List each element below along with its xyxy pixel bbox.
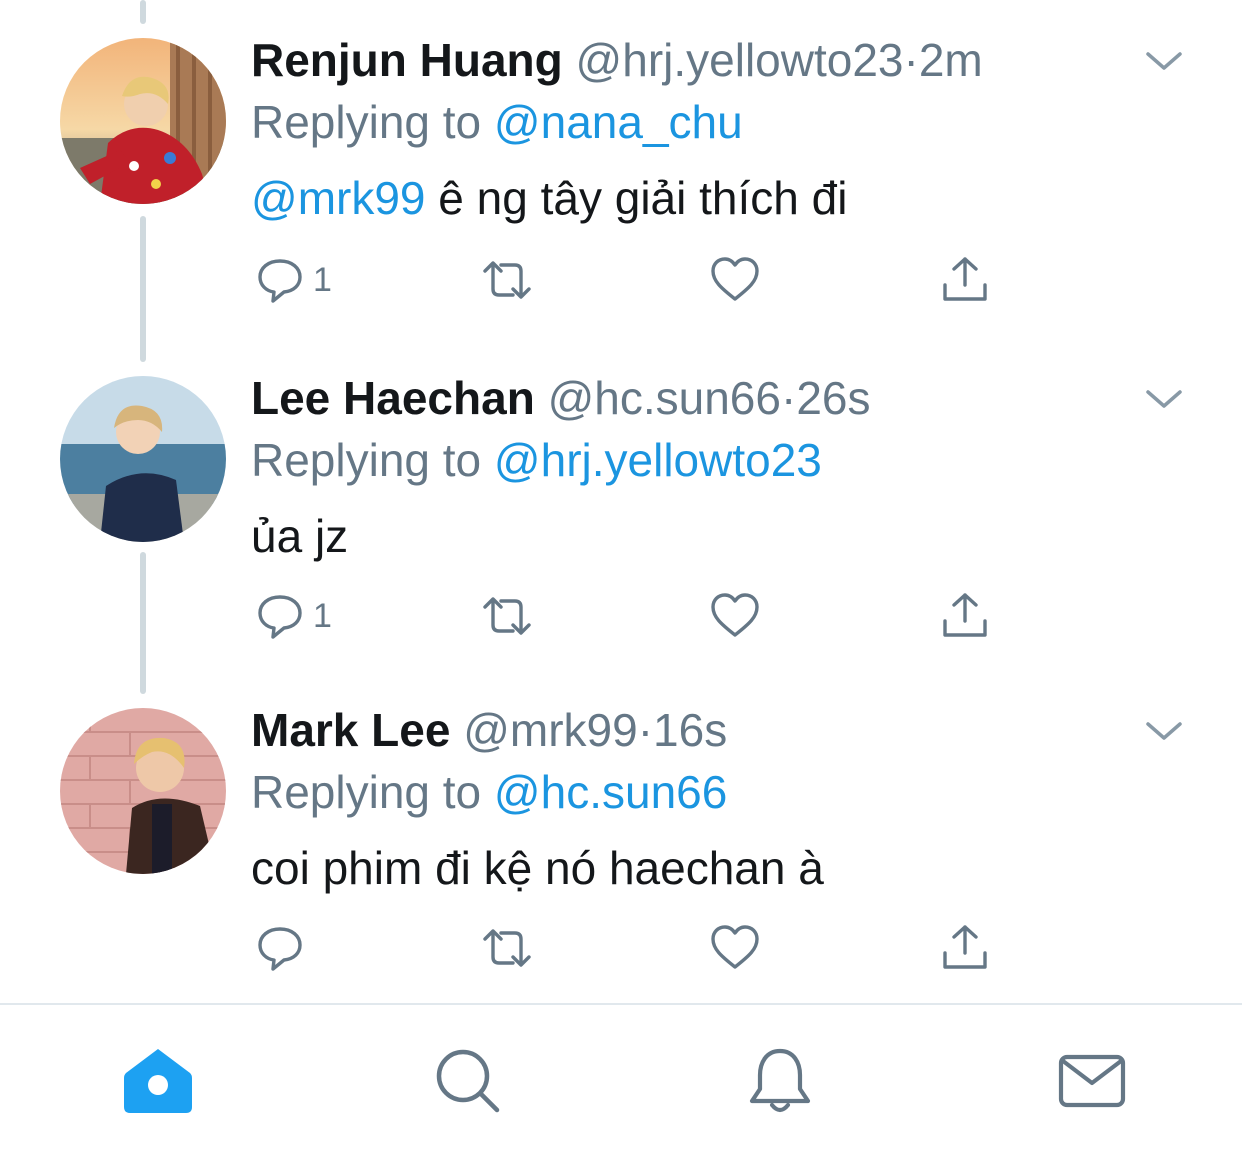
display-name[interactable]: Lee Haechan [251, 372, 535, 424]
retweet-icon [483, 261, 531, 299]
tweet[interactable]: Mark Lee @mrk99·16s Replying to @hc.sun6… [0, 702, 1242, 992]
tab-search[interactable] [428, 1041, 508, 1121]
tab-notifications[interactable] [740, 1041, 820, 1121]
replying-to-link[interactable]: @nana_chu [494, 96, 743, 148]
thread-line [140, 0, 146, 24]
tweet[interactable]: Lee Haechan @hc.sun66·26s Replying to @h… [0, 370, 1242, 660]
reply-icon [258, 927, 302, 971]
tweet-actions [251, 920, 1011, 976]
like-button[interactable] [709, 920, 761, 976]
reply-button[interactable] [255, 920, 313, 976]
retweet-button[interactable] [477, 920, 537, 976]
tab-home[interactable] [118, 1041, 198, 1121]
like-button[interactable] [709, 252, 761, 308]
timestamp[interactable]: 16s [653, 704, 727, 756]
display-name[interactable]: Renjun Huang [251, 34, 563, 86]
reply-button[interactable]: 1 [255, 252, 332, 308]
separator-dot: · [780, 372, 797, 424]
username[interactable]: @mrk99 [463, 704, 638, 756]
heart-icon [711, 925, 759, 969]
reply-count: 1 [313, 596, 332, 635]
tweet[interactable]: Renjun Huang @hrj.yellowto23·2m Replying… [0, 32, 1242, 322]
bottom-tab-bar [0, 1005, 1242, 1151]
heart-icon [711, 593, 759, 637]
username[interactable]: @hc.sun66 [548, 372, 781, 424]
share-icon [943, 925, 987, 969]
avatar[interactable] [60, 38, 226, 204]
replying-to-label: Replying to [251, 434, 482, 486]
chevron-down-icon[interactable] [1140, 40, 1188, 80]
display-name[interactable]: Mark Lee [251, 704, 450, 756]
home-icon [124, 1049, 192, 1113]
mail-icon [1058, 1054, 1126, 1108]
replying-to-label: Replying to [251, 96, 482, 148]
like-button[interactable] [709, 588, 761, 644]
reply-count: 1 [313, 260, 332, 299]
tweet-text: coi phim đi kệ nó haechan à [251, 838, 824, 898]
tweet-header: Mark Lee @mrk99·16s [251, 702, 727, 758]
retweet-icon [483, 597, 531, 635]
retweet-icon [483, 929, 531, 967]
avatar[interactable] [60, 376, 226, 542]
username[interactable]: @hrj.yellowto23 [576, 34, 904, 86]
search-icon [436, 1049, 500, 1113]
tweet-actions: 1 [251, 252, 1011, 308]
replying-to-link[interactable]: @hc.sun66 [494, 766, 727, 818]
separator-dot: · [637, 704, 654, 756]
tweet-text-body: coi phim đi kệ nó haechan à [251, 842, 824, 894]
share-button[interactable] [939, 252, 991, 308]
tab-messages[interactable] [1052, 1041, 1132, 1121]
bell-icon [749, 1048, 811, 1113]
chevron-down-icon[interactable] [1140, 710, 1188, 750]
tweet-header: Renjun Huang @hrj.yellowto23·2m [251, 32, 983, 88]
avatar[interactable] [60, 708, 226, 874]
tweet-text: @mrk99 ê ng tây giải thích đi [251, 168, 847, 228]
separator-dot: · [903, 34, 919, 86]
reply-icon [258, 595, 302, 639]
replying-to: Replying to @hc.sun66 [251, 764, 727, 820]
replying-to-label: Replying to [251, 766, 482, 818]
timestamp[interactable]: 26s [796, 372, 870, 424]
tweet-header: Lee Haechan @hc.sun66·26s [251, 370, 870, 426]
share-button[interactable] [939, 588, 991, 644]
share-icon [943, 257, 987, 301]
reply-icon [258, 259, 302, 303]
tweet-text: ủa jz [251, 506, 348, 566]
heart-icon [711, 257, 759, 301]
replying-to: Replying to @hrj.yellowto23 [251, 432, 822, 488]
share-button[interactable] [939, 920, 991, 976]
retweet-button[interactable] [477, 252, 537, 308]
retweet-button[interactable] [477, 588, 537, 644]
tweet-text-body: ê ng tây giải thích đi [425, 172, 848, 224]
share-icon [943, 593, 987, 637]
tweet-text-body: ủa jz [251, 510, 349, 562]
tweet-actions: 1 [251, 588, 1011, 644]
reply-button[interactable]: 1 [255, 588, 332, 644]
replying-to: Replying to @nana_chu [251, 94, 743, 150]
chevron-down-icon[interactable] [1140, 378, 1188, 418]
replying-to-link[interactable]: @hrj.yellowto23 [494, 434, 822, 486]
mention-link[interactable]: @mrk99 [251, 172, 426, 224]
timestamp[interactable]: 2m [919, 34, 983, 86]
